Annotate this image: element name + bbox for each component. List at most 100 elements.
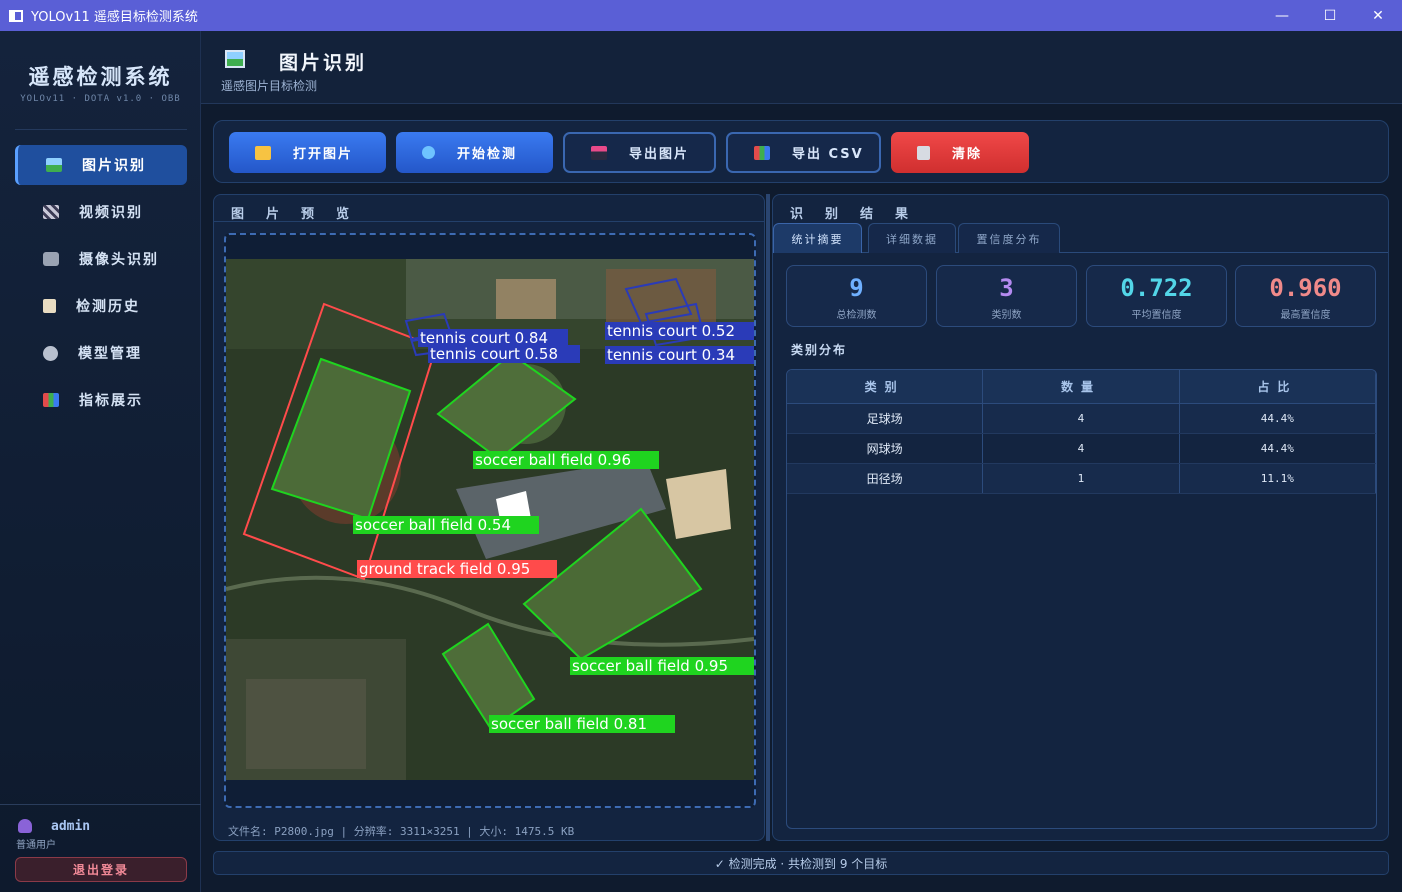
preview-title: 图片预览 [231, 207, 372, 222]
sidebar-item-label: 视频识别 [79, 205, 143, 221]
table-cell: 网球场 [787, 434, 984, 463]
image-icon [225, 50, 245, 68]
table-cell: 田径场 [787, 464, 984, 493]
brand-title: 遥感检测系统 [28, 64, 173, 89]
file-info: 文件名: P2800.jpg | 分辨率: 3311×3251 | 大小: 14… [228, 825, 575, 838]
clear-button[interactable]: 清除 [891, 132, 1029, 173]
sidebar-item-image-recognition[interactable]: 图片识别 [15, 145, 187, 185]
satellite-image: tennis court 0.84 tennis court 0.58 tenn… [226, 259, 754, 780]
table-row[interactable]: 足球场 4 44.4% [787, 404, 1376, 434]
start-detection-button[interactable]: 开始检测 [396, 132, 553, 173]
stat-card-total: 9 总检测数 [786, 265, 927, 327]
bar-chart-icon [43, 393, 59, 407]
clipboard-icon [43, 299, 56, 313]
results-title: 识别结果 [790, 207, 931, 222]
trash-icon [917, 145, 930, 160]
open-image-label: 打开图片 [293, 147, 354, 162]
stat-value: 9 [849, 274, 864, 302]
stat-card-classes: 3 类别数 [936, 265, 1077, 327]
table-cell: 11.1% [1180, 464, 1376, 493]
sidebar-item-video-recognition[interactable]: 视频识别 [15, 192, 187, 232]
panel-splitter[interactable] [766, 194, 770, 841]
export-image-button[interactable]: 导出图片 [563, 132, 716, 173]
stat-value: 0.722 [1120, 274, 1193, 302]
table-row[interactable]: 田径场 1 11.1% [787, 464, 1376, 494]
brand-subtitle: YOLOv11 · DOTA v1.0 · OBB [20, 94, 181, 104]
stat-label: 总检测数 [836, 310, 877, 321]
user-name: admin [51, 819, 91, 834]
close-icon[interactable]: ✕ [1354, 0, 1402, 31]
export-csv-label: 导出 CSV [792, 147, 864, 162]
sidebar-item-detection-history[interactable]: 检测历史 [15, 286, 187, 326]
page-title: 图片识别 [279, 52, 368, 74]
detection-label: ground track field 0.95 [359, 560, 530, 578]
sidebar-item-label: 图片识别 [82, 158, 146, 174]
user-area: admin 普通用户 退出登录 [0, 804, 201, 892]
magnifier-icon [422, 146, 435, 159]
status-text: ✓ 检测完成 · 共检测到 9 个目标 [714, 856, 888, 871]
table-cell: 1 [983, 464, 1180, 493]
tab-confidence[interactable]: 置信度分布 [958, 223, 1060, 253]
detection-label: soccer ball field 0.95 [572, 657, 728, 675]
user-role: 普通用户 [16, 840, 56, 851]
results-tabs: 统计摘要 详细数据 置信度分布 [773, 223, 1388, 253]
logout-button[interactable]: 退出登录 [15, 857, 187, 882]
sidebar-item-metrics[interactable]: 指标展示 [15, 380, 187, 420]
camera-icon [43, 252, 59, 266]
maximize-icon[interactable]: ☐ [1306, 0, 1354, 31]
status-bar: ✓ 检测完成 · 共检测到 9 个目标 [213, 851, 1389, 875]
image-drop-area[interactable]: tennis court 0.84 tennis court 0.58 tenn… [224, 233, 756, 808]
tab-summary[interactable]: 统计摘要 [773, 223, 862, 253]
detection-label: tennis court 0.52 [607, 322, 735, 340]
folder-icon [255, 145, 271, 160]
sidebar-item-label: 摄像头识别 [79, 252, 159, 268]
detection-label: soccer ball field 0.96 [475, 451, 631, 469]
table-cell: 足球场 [787, 404, 984, 433]
page-subtitle: 遥感图片目标检测 [221, 79, 318, 93]
export-image-label: 导出图片 [629, 147, 690, 162]
gear-icon [43, 345, 58, 361]
table-cell: 44.4% [1180, 404, 1376, 433]
column-header[interactable]: 数量 [983, 370, 1180, 403]
stat-card-avg-confidence: 0.722 平均置信度 [1086, 265, 1227, 327]
app-icon [9, 9, 23, 22]
detection-overlay: tennis court 0.84 tennis court 0.58 tenn… [226, 259, 754, 780]
stat-value: 3 [999, 274, 1014, 302]
toolbar: 打开图片 开始检测 导出图片 导出 CSV 清除 [213, 120, 1389, 183]
minimize-icon[interactable]: — [1258, 0, 1306, 31]
user-icon [18, 819, 32, 833]
clapper-icon [43, 205, 59, 219]
brand-divider [15, 129, 187, 130]
table-cell: 4 [983, 434, 1180, 463]
page-header: 图片识别 遥感图片目标检测 [201, 31, 1402, 104]
save-icon [591, 145, 607, 160]
sidebar-item-camera-recognition[interactable]: 摄像头识别 [15, 239, 187, 279]
bar-chart-icon [754, 145, 770, 160]
stat-label: 类别数 [991, 310, 1022, 321]
export-csv-button[interactable]: 导出 CSV [726, 132, 881, 173]
results-panel: 识别结果 统计摘要 详细数据 置信度分布 9 总检测数 3 类别数 0.722 … [772, 194, 1389, 841]
tab-details[interactable]: 详细数据 [868, 223, 956, 253]
start-detection-label: 开始检测 [457, 147, 518, 162]
sidebar: 遥感检测系统 YOLOv11 · DOTA v1.0 · OBB 图片识别 视频… [0, 31, 201, 892]
stat-label: 平均置信度 [1131, 310, 1182, 321]
table-header: 类别 数量 占比 [787, 370, 1376, 404]
image-icon [46, 158, 62, 172]
table-row[interactable]: 网球场 4 44.4% [787, 434, 1376, 464]
section-title: 类别分布 [791, 343, 848, 357]
open-image-button[interactable]: 打开图片 [229, 132, 386, 173]
column-header[interactable]: 类别 [787, 370, 984, 403]
sidebar-item-model-management[interactable]: 模型管理 [15, 333, 187, 373]
detection-label: soccer ball field 0.81 [491, 715, 647, 733]
table-cell: 44.4% [1180, 434, 1376, 463]
stat-label: 最高置信度 [1280, 310, 1331, 321]
class-distribution-table: 类别 数量 占比 足球场 4 44.4% 网球场 4 44.4% 田径场 1 1… [786, 369, 1377, 829]
sidebar-item-label: 模型管理 [78, 346, 142, 362]
detection-label: tennis court 0.58 [430, 345, 558, 363]
stat-value: 0.960 [1269, 274, 1342, 302]
window-title: YOLOv11 遥感目标检测系统 [31, 10, 198, 25]
window-titlebar: YOLOv11 遥感目标检测系统 — ☐ ✕ [0, 0, 1402, 31]
detection-label: tennis court 0.34 [607, 346, 735, 364]
column-header[interactable]: 占比 [1180, 370, 1376, 403]
clear-label: 清除 [952, 147, 983, 162]
